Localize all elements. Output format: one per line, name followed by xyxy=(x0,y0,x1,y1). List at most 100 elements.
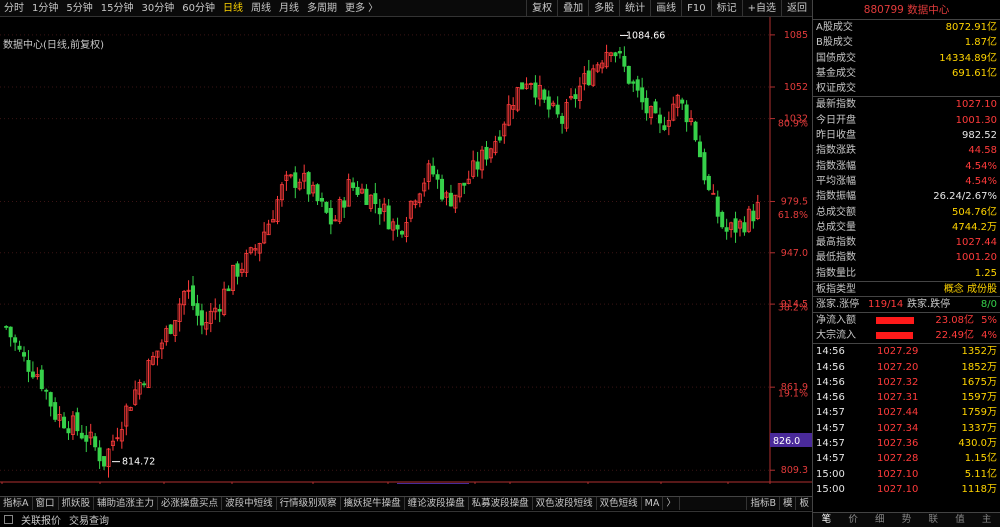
timeframe-tab[interactable]: 60分钟 xyxy=(178,0,219,17)
breadth-row: 涨家.涨停 119/14 跌家.跌停 8/0 xyxy=(813,296,1000,311)
tick-row: 14:56 1027.31 1597万 xyxy=(813,390,1000,405)
panel-tab[interactable]: 主 xyxy=(973,513,1000,527)
fund-flows: 净流入额 23.08亿 5% 大宗流入 22.49亿 4% xyxy=(813,311,1000,344)
panel-tab[interactable]: 势 xyxy=(893,513,920,527)
indicator-tab[interactable]: MA xyxy=(642,497,664,510)
sector-type-value[interactable]: 概念 成份股 xyxy=(944,282,997,297)
candle-body xyxy=(724,227,729,232)
candle-body xyxy=(533,82,538,98)
timeframe-tab[interactable]: 日线 xyxy=(219,0,247,17)
candle-body xyxy=(8,326,13,338)
panel-tab[interactable]: 笔 xyxy=(813,513,840,527)
indicator-tab[interactable]: 私募波段操盘 xyxy=(469,497,533,510)
tool-button[interactable]: 标记 xyxy=(710,0,742,17)
stat-label: 平均涨幅 xyxy=(816,175,856,187)
indicator-tab-right[interactable]: 指标B xyxy=(746,497,779,510)
timeframe-tab[interactable]: 15分钟 xyxy=(97,0,138,17)
timeframe-tab[interactable]: 周线 xyxy=(247,0,275,17)
candle-body xyxy=(751,210,756,222)
candle-body xyxy=(62,416,67,429)
tick-price: 1027.36 xyxy=(877,438,919,450)
candle-body xyxy=(22,352,27,357)
tick-time: 14:56 xyxy=(816,346,845,358)
stat-label: 权证成交 xyxy=(816,83,856,95)
panel-tab[interactable]: 细 xyxy=(866,513,893,527)
y-tick-label: 979.5 xyxy=(781,196,808,207)
indicator-tab-right[interactable]: 板 xyxy=(795,497,812,510)
indicator-tab[interactable]: 擒妖捉牛操盘 xyxy=(341,497,405,510)
candle-body xyxy=(573,94,578,100)
tick-row: 14:57 1027.36 430.0万 xyxy=(813,436,1000,451)
tool-button[interactable]: +自选 xyxy=(741,0,781,17)
candle-body xyxy=(680,99,685,104)
timeframe-tab[interactable]: 1分钟 xyxy=(28,0,62,17)
indicator-tab[interactable]: 辅助追涨主力 xyxy=(94,497,159,510)
stat-row: B股成交 1.87亿 xyxy=(813,35,1000,50)
candle-body xyxy=(44,389,49,392)
flow-bar xyxy=(876,331,913,339)
stat-value: 1.25 xyxy=(974,267,997,279)
panel-tab[interactable]: 值 xyxy=(947,513,974,527)
bottom-link[interactable]: 关联报价 xyxy=(21,512,61,527)
panel-tab[interactable]: 联 xyxy=(920,513,947,527)
candle-body xyxy=(328,208,333,225)
timeframe-tab[interactable]: 分时 xyxy=(0,0,28,17)
candle-body xyxy=(319,197,324,202)
candle-body xyxy=(720,211,725,228)
candle-body xyxy=(440,178,445,200)
timeframe-tab[interactable]: 多周期 xyxy=(303,0,341,17)
stat-row: 指数振幅 26.24/2.67% xyxy=(813,189,1000,204)
timeframe-tab[interactable]: 月线 xyxy=(275,0,303,17)
indicator-tab[interactable]: 〉 xyxy=(663,497,680,510)
timeframe-tab[interactable]: 更多 〉 xyxy=(341,0,382,17)
indicator-tab[interactable]: 窗口 xyxy=(33,497,59,510)
flow-value: 22.49亿 xyxy=(935,329,974,341)
candle-body xyxy=(364,188,369,205)
candle-body xyxy=(448,192,453,207)
indicator-tab-right[interactable]: 模 xyxy=(778,497,796,510)
low-label: 814.72 xyxy=(122,457,155,468)
tool-button[interactable]: F10 xyxy=(681,0,710,17)
candle-body xyxy=(653,101,658,114)
tick-time: 14:56 xyxy=(816,392,845,404)
candle-body xyxy=(168,324,173,334)
checkbox-icon[interactable] xyxy=(4,515,13,524)
indicator-tab[interactable]: 双色短线 xyxy=(597,497,642,510)
tool-button[interactable]: 返回 xyxy=(781,0,812,17)
candle-body xyxy=(542,89,547,100)
indicator-tab[interactable]: 行情级别观察 xyxy=(277,497,341,510)
candle-body xyxy=(662,125,667,130)
indicator-tab[interactable]: 双色波段短线 xyxy=(533,497,597,510)
panel-bottom-tabs: 笔价细势联值主 xyxy=(813,512,1000,527)
tick-volume: 1337万 xyxy=(961,422,997,434)
tool-button[interactable]: 叠加 xyxy=(557,0,588,17)
candle-body xyxy=(742,222,747,233)
candle-body xyxy=(462,182,467,186)
bottom-links: 关联报价 交易查询 xyxy=(0,511,812,527)
stat-row: 最高指数 1027.44 xyxy=(813,235,1000,250)
indicator-tab[interactable]: 指标A xyxy=(0,497,33,510)
stat-row: 权证成交 xyxy=(813,81,1000,96)
indicator-tab[interactable]: 抓妖股 xyxy=(59,497,95,510)
bottom-link[interactable]: 交易查询 xyxy=(69,512,109,527)
candle-body xyxy=(93,436,98,448)
candle-body xyxy=(733,218,738,233)
candle-body xyxy=(400,231,405,235)
indicator-tab[interactable]: 缠论波段操盘 xyxy=(405,497,469,510)
indicator-tab[interactable]: 波段中短线 xyxy=(222,497,277,510)
kline-chart[interactable]: 1085 1052 1032 979.5 947.0 914.5 861.9 809.3 80.… xyxy=(0,17,812,484)
tool-button[interactable]: 多股 xyxy=(588,0,619,17)
indicator-tab[interactable]: 必涨操盘买点 xyxy=(158,497,223,510)
tool-button[interactable]: 复权 xyxy=(526,0,557,17)
candle-body xyxy=(640,87,645,103)
stat-label: 昨日收盘 xyxy=(816,130,856,142)
tool-button[interactable]: 统计 xyxy=(619,0,650,17)
tool-button[interactable]: 画线 xyxy=(650,0,681,17)
tick-row: 14:57 1027.44 1759万 xyxy=(813,405,1000,420)
timeframe-tab[interactable]: 30分钟 xyxy=(137,0,178,17)
tick-time: 15:00 xyxy=(816,483,845,495)
tick-price: 1027.10 xyxy=(877,483,919,495)
panel-tab[interactable]: 价 xyxy=(840,513,867,527)
timeframe-tab[interactable]: 5分钟 xyxy=(62,0,96,17)
candle-body xyxy=(293,172,298,188)
